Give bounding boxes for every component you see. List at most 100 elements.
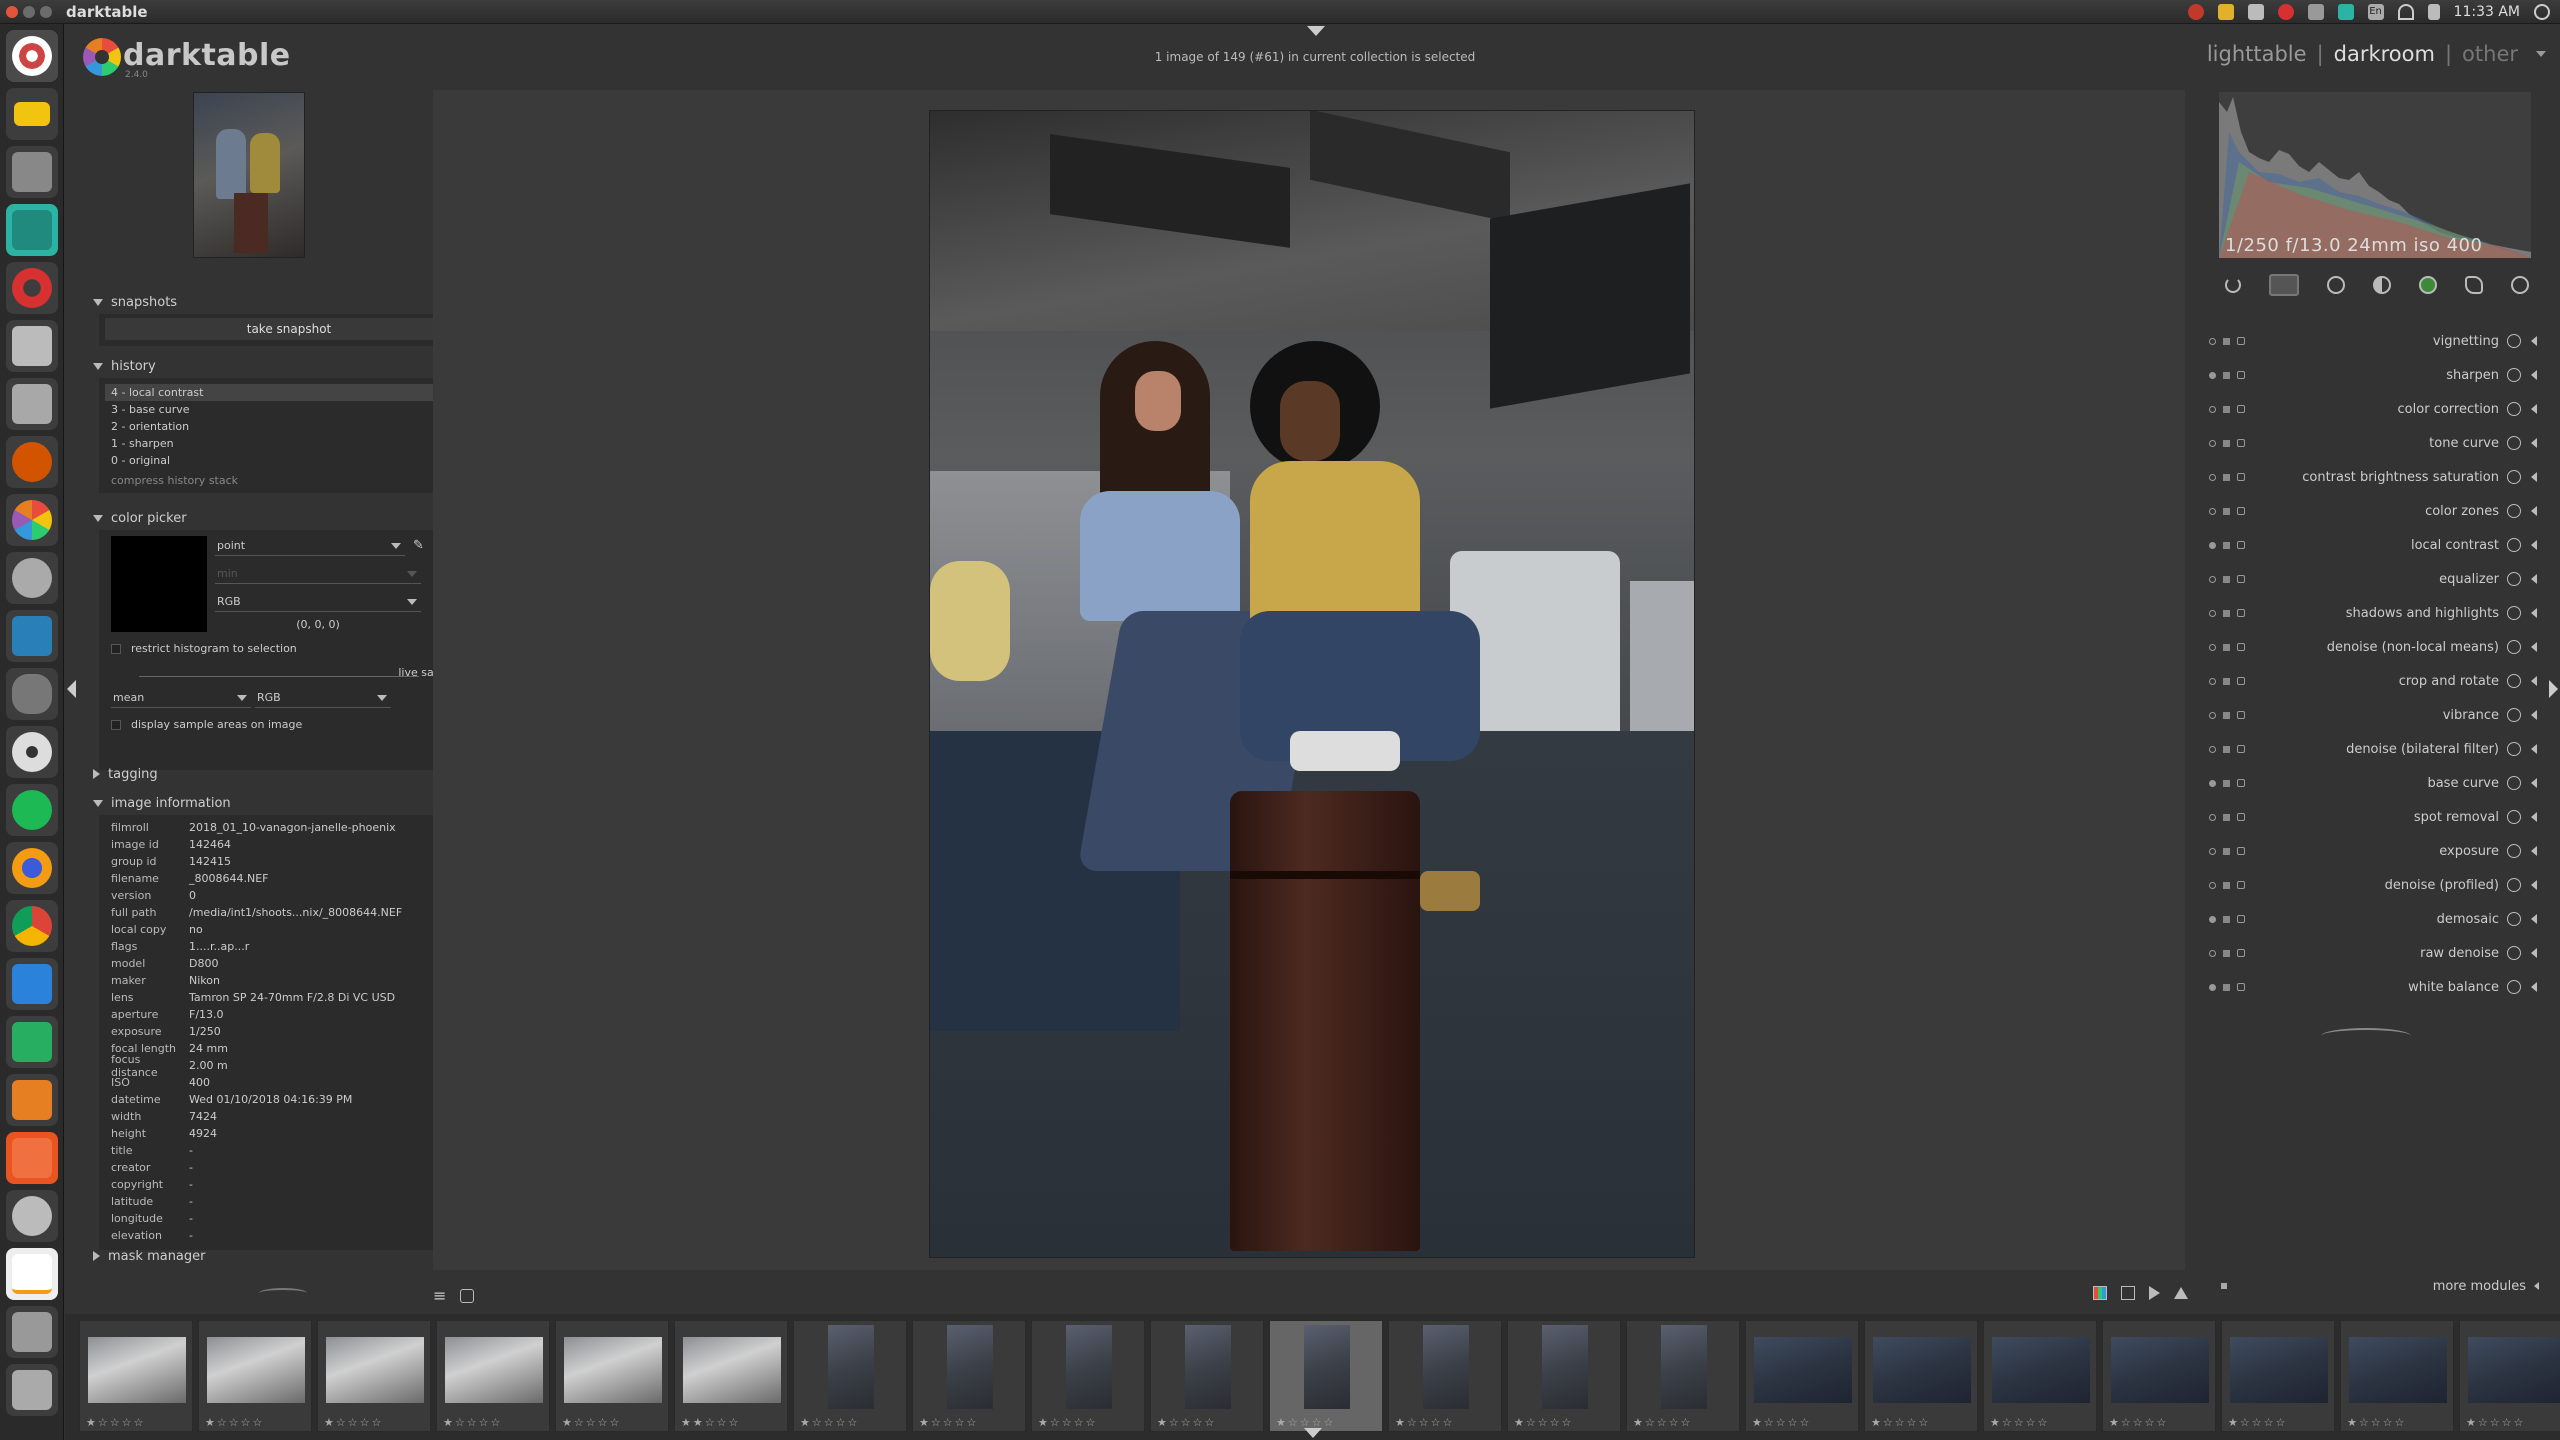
module-presets-icon[interactable] <box>2223 371 2230 379</box>
star-rating[interactable]: ★★☆☆☆ <box>681 1416 740 1429</box>
module-power-icon[interactable] <box>2209 711 2216 719</box>
dropbox-icon[interactable] <box>2247 4 2264 20</box>
module-presets-icon[interactable] <box>2223 541 2230 549</box>
launcher-impress-icon[interactable] <box>6 1074 58 1126</box>
module-reset-icon[interactable] <box>2237 337 2245 345</box>
star-rating[interactable]: ★☆☆☆☆ <box>324 1416 383 1429</box>
filmstrip-thumbnail[interactable]: ★☆☆☆☆ <box>2459 1320 2560 1432</box>
main-image[interactable] <box>929 110 1695 1258</box>
module-expand-icon[interactable] <box>2531 608 2537 618</box>
module-reset-icon[interactable] <box>2237 643 2245 651</box>
filmstrip-thumbnail[interactable]: ★☆☆☆☆ <box>912 1320 1026 1432</box>
module-row[interactable]: base curve <box>2201 766 2541 800</box>
launcher-sublime-icon[interactable] <box>6 204 58 256</box>
module-power-icon[interactable] <box>2209 337 2216 345</box>
module-expand-icon[interactable] <box>2531 574 2537 584</box>
window-maximize-button[interactable] <box>40 5 52 18</box>
module-power-icon[interactable] <box>2209 405 2216 413</box>
module-power-icon[interactable] <box>2209 915 2216 923</box>
preset-menu-icon[interactable] <box>2221 1283 2227 1289</box>
star-rating[interactable]: ★☆☆☆☆ <box>1990 1416 2049 1429</box>
filmstrip-thumbnail[interactable]: ★☆☆☆☆ <box>1983 1320 2097 1432</box>
star-rating[interactable]: ★☆☆☆☆ <box>443 1416 502 1429</box>
star-rating[interactable]: ★☆☆☆☆ <box>562 1416 621 1429</box>
tone-group-icon[interactable] <box>2373 276 2391 294</box>
module-reset-icon[interactable] <box>2237 983 2245 991</box>
launcher-printer-icon[interactable] <box>6 320 58 372</box>
module-reset-icon[interactable] <box>2237 609 2245 617</box>
star-rating[interactable]: ★☆☆☆☆ <box>1514 1416 1573 1429</box>
window-minimize-button[interactable] <box>23 5 35 18</box>
view-dropdown-icon[interactable] <box>2536 51 2546 57</box>
module-power-icon[interactable] <box>2209 983 2216 991</box>
module-power-icon[interactable] <box>2209 439 2216 447</box>
launcher-monitor-icon[interactable] <box>6 88 58 140</box>
star-rating[interactable]: ★☆☆☆☆ <box>2109 1416 2168 1429</box>
top-panel-toggle-arrow[interactable] <box>1307 26 1325 36</box>
module-presets-icon[interactable] <box>2223 847 2230 855</box>
bottom-panel-toggle-arrow[interactable] <box>1304 1428 1322 1438</box>
view-lighttable[interactable]: lighttable <box>2207 42 2307 66</box>
compress-history-button[interactable]: compress history stack <box>99 469 479 491</box>
module-presets-icon[interactable] <box>2223 711 2230 719</box>
filmstrip-thumbnail[interactable]: ★☆☆☆☆ <box>198 1320 312 1432</box>
module-presets-icon[interactable] <box>2223 983 2230 991</box>
module-power-icon[interactable] <box>2209 575 2216 583</box>
color-group-icon[interactable] <box>2419 276 2437 294</box>
module-row[interactable]: spot removal <box>2201 800 2541 834</box>
launcher-software-icon[interactable] <box>6 1132 58 1184</box>
launcher-camera-icon[interactable] <box>6 146 58 198</box>
sample-statistic-select[interactable]: mean <box>111 688 251 708</box>
filmstrip-thumbnail[interactable]: ★☆☆☆☆ <box>2102 1320 2216 1432</box>
view-darkroom[interactable]: darkroom <box>2334 42 2435 66</box>
display-samples-checkbox[interactable]: display sample areas on image <box>111 718 302 731</box>
star-rating[interactable]: ★☆☆☆☆ <box>2347 1416 2406 1429</box>
module-expand-icon[interactable] <box>2531 642 2537 652</box>
star-rating[interactable]: ★☆☆☆☆ <box>2466 1416 2525 1429</box>
module-reset-icon[interactable] <box>2237 541 2245 549</box>
module-presets-icon[interactable] <box>2223 609 2230 617</box>
module-presets-icon[interactable] <box>2223 405 2230 413</box>
module-power-icon[interactable] <box>2209 745 2216 753</box>
star-rating[interactable]: ★☆☆☆☆ <box>1038 1416 1097 1429</box>
launcher-trash-icon[interactable] <box>6 1364 58 1416</box>
module-expand-icon[interactable] <box>2531 370 2537 380</box>
star-rating[interactable]: ★☆☆☆☆ <box>1157 1416 1216 1429</box>
module-presets-icon[interactable] <box>2223 473 2230 481</box>
module-presets-icon[interactable] <box>2223 337 2230 345</box>
module-reset-icon[interactable] <box>2237 779 2245 787</box>
module-power-icon[interactable] <box>2209 881 2216 889</box>
notification-icon[interactable] <box>2217 4 2234 20</box>
module-power-icon[interactable] <box>2209 677 2216 685</box>
picker-mode-select[interactable]: point <box>215 536 405 556</box>
launcher-dash-icon[interactable] <box>6 30 58 82</box>
filmstrip-thumbnail[interactable]: ★☆☆☆☆ <box>1745 1320 1859 1432</box>
launcher-chrome-icon[interactable] <box>6 900 58 952</box>
module-expand-icon[interactable] <box>2531 404 2537 414</box>
record-icon[interactable] <box>2187 4 2204 20</box>
module-power-icon[interactable] <box>2209 643 2216 651</box>
launcher-calc-icon[interactable] <box>6 1016 58 1068</box>
module-expand-icon[interactable] <box>2531 540 2537 550</box>
filmstrip-thumbnail[interactable]: ★☆☆☆☆ <box>436 1320 550 1432</box>
softproof-icon[interactable] <box>2121 1286 2135 1300</box>
module-expand-icon[interactable] <box>2531 812 2537 822</box>
module-presets-icon[interactable] <box>2223 439 2230 447</box>
launcher-gimp-icon[interactable] <box>6 668 58 720</box>
restrict-histogram-checkbox[interactable]: restrict histogram to selection <box>111 642 297 655</box>
filmstrip-thumbnail[interactable]: ★★☆☆☆ <box>674 1320 788 1432</box>
filmstrip-thumbnail[interactable]: ★☆☆☆☆ <box>1269 1320 1383 1432</box>
module-reset-icon[interactable] <box>2237 439 2245 447</box>
module-expand-icon[interactable] <box>2531 880 2537 890</box>
module-expand-icon[interactable] <box>2531 506 2537 516</box>
module-expand-icon[interactable] <box>2531 948 2537 958</box>
filmstrip-thumbnail[interactable]: ★☆☆☆☆ <box>1864 1320 1978 1432</box>
module-reset-icon[interactable] <box>2237 813 2245 821</box>
active-modules-group-icon[interactable] <box>2269 274 2299 296</box>
module-row[interactable]: crop and rotate <box>2201 664 2541 698</box>
checkbox-box[interactable] <box>111 719 121 730</box>
launcher-webcam-icon[interactable] <box>6 552 58 604</box>
module-reset-icon[interactable] <box>2237 881 2245 889</box>
volume-icon[interactable] <box>2427 4 2440 20</box>
launcher-disk-icon[interactable] <box>6 726 58 778</box>
